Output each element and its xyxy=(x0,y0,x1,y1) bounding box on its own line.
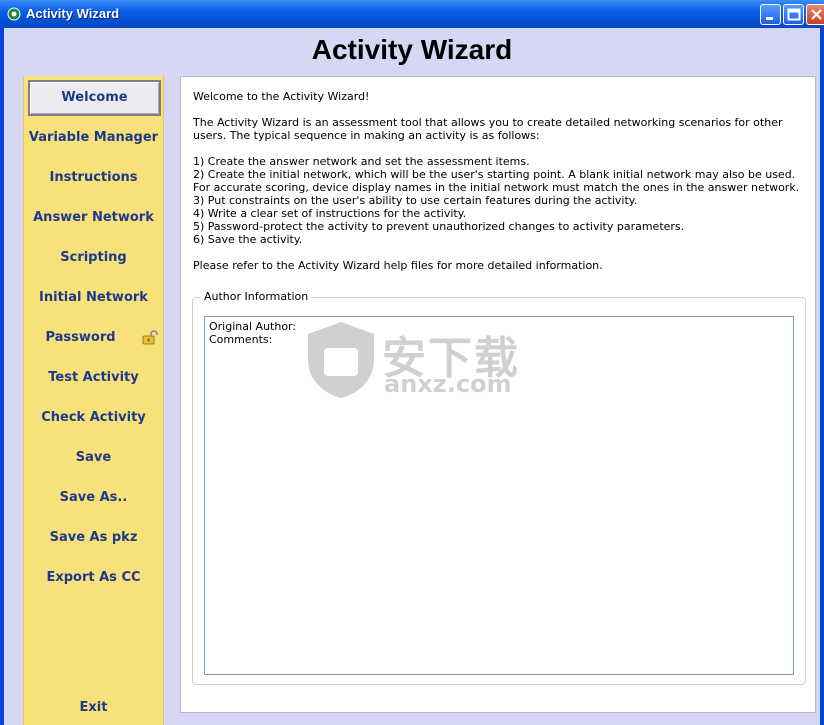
page-title: Activity Wizard xyxy=(311,34,513,65)
welcome-text: Welcome to the Activity Wizard! The Acti… xyxy=(193,90,807,272)
step-item: 2) Create the initial network, which wil… xyxy=(193,168,800,194)
sidebar-item-label: Password xyxy=(45,330,116,345)
app-window: Activity Wizard Activity Wizard Welcome … xyxy=(0,0,824,725)
window-title: Activity Wizard xyxy=(26,6,120,21)
author-information-group: Author Information Original Author: Comm… xyxy=(192,290,806,685)
lock-icon xyxy=(142,330,158,345)
title-bar[interactable]: Activity Wizard xyxy=(0,0,824,28)
sidebar-item-instructions[interactable]: Instructions xyxy=(24,160,163,196)
sidebar-item-welcome[interactable]: Welcome xyxy=(28,80,161,116)
close-icon xyxy=(811,9,822,20)
sidebar-item-scripting[interactable]: Scripting xyxy=(24,240,163,276)
sidebar-item-test-activity[interactable]: Test Activity xyxy=(24,360,163,396)
intro-paragraph: The Activity Wizard is an assessment too… xyxy=(193,116,783,142)
sidebar-item-save-as[interactable]: Save As.. xyxy=(24,480,163,516)
refer-text: Please refer to the Activity Wizard help… xyxy=(193,259,603,272)
sidebar-item-check-activity[interactable]: Check Activity xyxy=(24,400,163,436)
content-panel: Welcome to the Activity Wizard! The Acti… xyxy=(180,76,816,713)
exit-button[interactable]: Exit xyxy=(24,690,163,725)
close-button[interactable] xyxy=(806,4,824,25)
group-legend: Author Information xyxy=(201,290,312,303)
minimize-button[interactable] xyxy=(760,4,781,25)
minimize-icon xyxy=(766,17,773,20)
step-item: 6) Save the activity. xyxy=(193,233,303,246)
maximize-icon xyxy=(787,8,801,21)
step-item: 3) Put constraints on the user's ability… xyxy=(193,194,638,207)
sidebar-item-save[interactable]: Save xyxy=(24,440,163,476)
welcome-heading: Welcome to the Activity Wizard! xyxy=(193,90,370,103)
sidebar-item-export-as-cc[interactable]: Export As CC xyxy=(24,560,163,596)
sidebar-item-initial-network[interactable]: Initial Network xyxy=(24,280,163,316)
sidebar-item-variable-manager[interactable]: Variable Manager xyxy=(24,120,163,156)
step-item: 1) Create the answer network and set the… xyxy=(193,155,530,168)
sidebar-item-password[interactable]: Password xyxy=(24,320,163,356)
sidebar-item-answer-network[interactable]: Answer Network xyxy=(24,200,163,236)
maximize-button[interactable] xyxy=(783,4,804,25)
sidebar: Welcome Variable Manager Instructions An… xyxy=(23,76,164,725)
sidebar-item-save-as-pkz[interactable]: Save As pkz xyxy=(24,520,163,556)
app-icon xyxy=(7,7,21,21)
step-item: 5) Password-protect the activity to prev… xyxy=(193,220,685,233)
author-info-textarea[interactable]: Original Author: Comments: xyxy=(204,316,794,675)
step-item: 4) Write a clear set of instructions for… xyxy=(193,207,467,220)
